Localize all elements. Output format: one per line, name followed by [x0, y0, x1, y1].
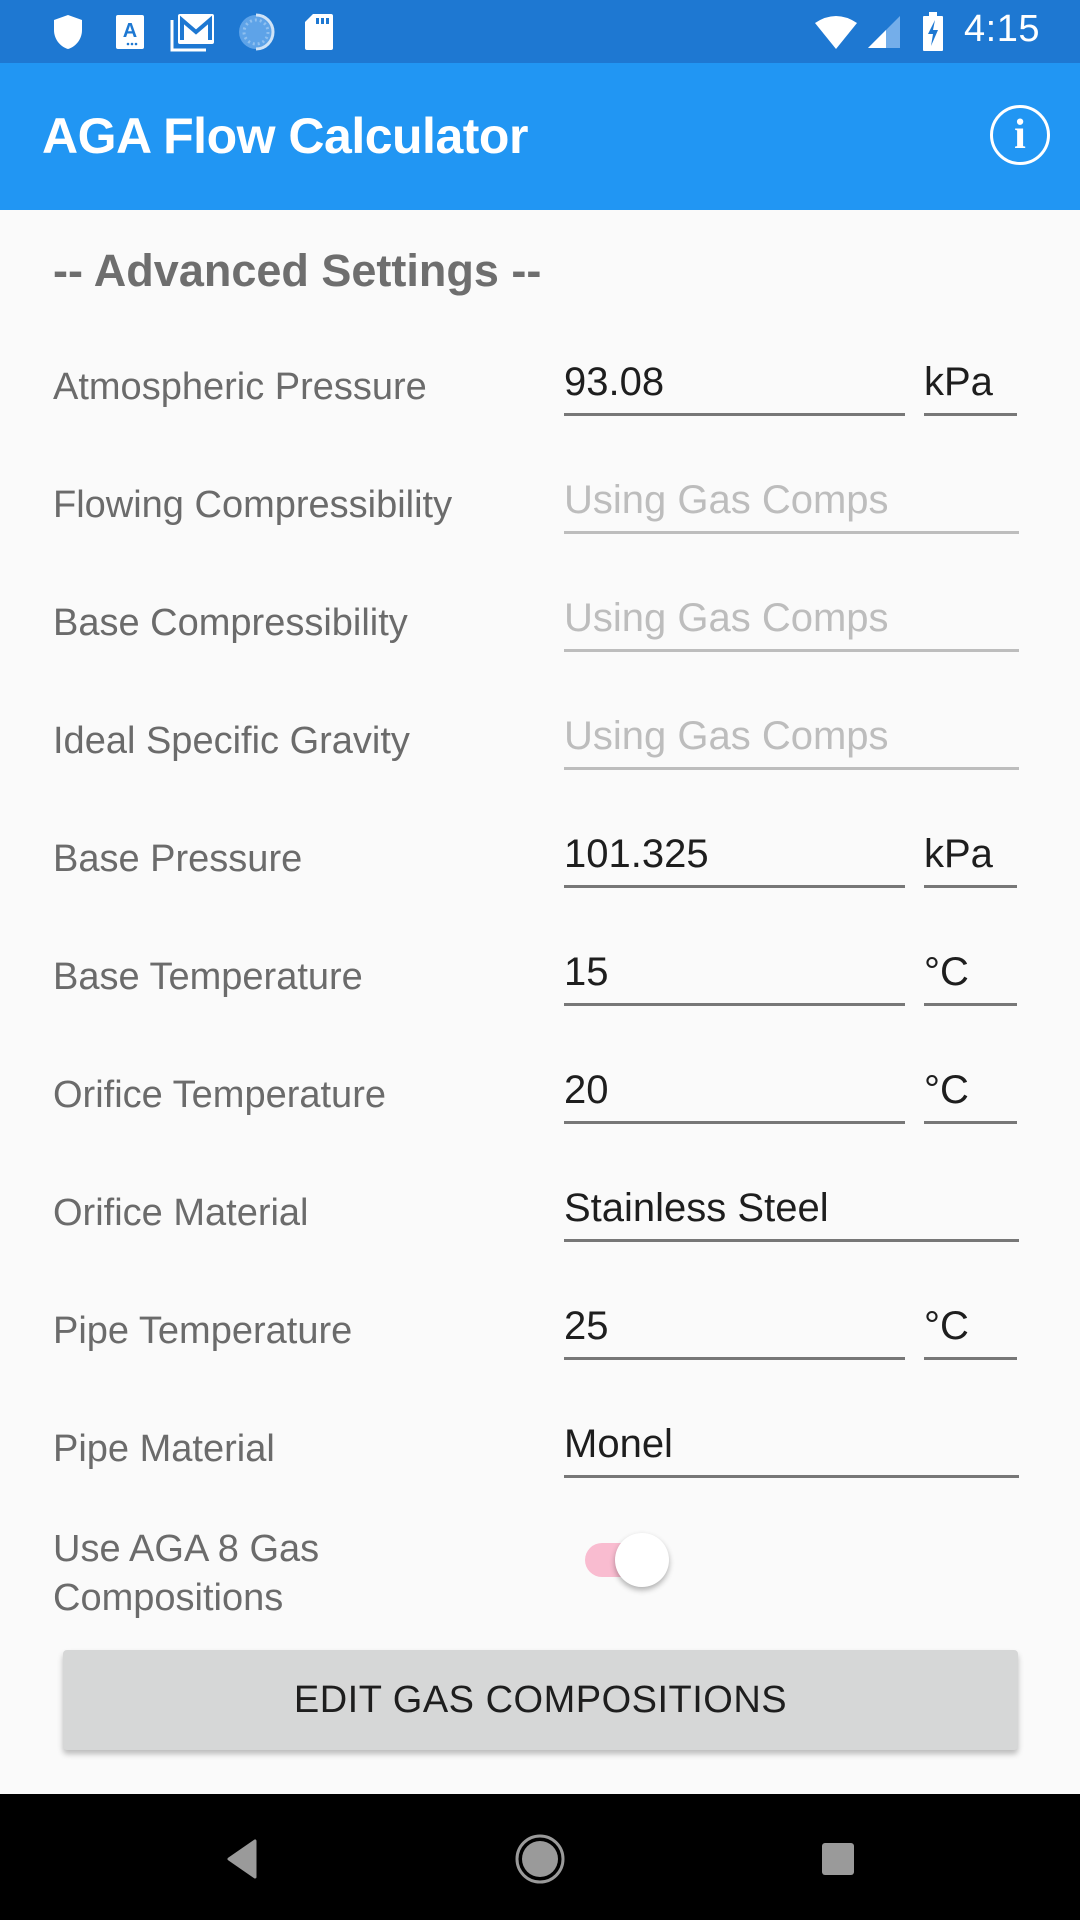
toggle-label-line1: Use AGA 8 Gas — [53, 1528, 320, 1570]
advanced-settings-panel: -- Advanced Settings -- Atmospheric Pres… — [0, 210, 1080, 1794]
sync-progress-icon — [236, 12, 276, 52]
row-label: Orifice Temperature — [53, 1074, 386, 1116]
info-icon: i — [1014, 112, 1026, 158]
base-temperature-unit[interactable]: °C — [924, 950, 1017, 1006]
shield-icon — [50, 12, 86, 52]
home-icon — [515, 1834, 565, 1884]
row-label: Flowing Compressibility — [53, 484, 453, 526]
svg-text:A: A — [123, 20, 137, 42]
row-label: Base Pressure — [53, 838, 303, 880]
status-time: 4:15 — [964, 8, 1040, 50]
base-pressure-unit[interactable]: kPa — [924, 832, 1017, 888]
atmospheric-pressure-unit[interactable]: kPa — [924, 360, 1017, 416]
ideal-specific-gravity-input[interactable]: Using Gas Comps — [564, 714, 1019, 770]
recents-button[interactable] — [803, 1824, 873, 1894]
pipe-material-select[interactable]: Monel — [564, 1422, 1019, 1478]
row-label: Base Compressibility — [53, 602, 408, 644]
base-compressibility-input[interactable]: Using Gas Comps — [564, 596, 1019, 652]
battery-charging-icon — [920, 12, 946, 52]
cell-signal-icon — [864, 12, 904, 52]
base-temperature-input[interactable]: 15 — [564, 950, 905, 1006]
row-base-pressure: Base Pressure 101.325 kPa — [0, 832, 1080, 950]
back-button[interactable] — [207, 1824, 277, 1894]
row-label: Pipe Temperature — [53, 1310, 353, 1352]
flowing-compressibility-input[interactable]: Using Gas Comps — [564, 478, 1019, 534]
row-label: Pipe Material — [53, 1428, 275, 1470]
home-button[interactable] — [505, 1824, 575, 1894]
gmail-icon — [170, 12, 216, 52]
toggle-thumb — [615, 1533, 669, 1587]
row-pipe-temperature: Pipe Temperature 25 °C — [0, 1304, 1080, 1422]
use-aga8-toggle[interactable] — [585, 1526, 671, 1587]
row-base-temperature: Base Temperature 15 °C — [0, 950, 1080, 1068]
status-bar: A 4:15 — [0, 0, 1080, 63]
sd-card-icon — [302, 12, 336, 52]
orifice-temperature-unit[interactable]: °C — [924, 1068, 1017, 1124]
edit-gas-compositions-button[interactable]: EDIT GAS COMPOSITIONS — [63, 1650, 1018, 1750]
row-label: Ideal Specific Gravity — [53, 720, 410, 762]
navigation-bar — [0, 1794, 1080, 1920]
row-ideal-specific-gravity: Ideal Specific Gravity Using Gas Comps — [0, 714, 1080, 832]
row-flowing-compressibility: Flowing Compressibility Using Gas Comps — [0, 478, 1080, 596]
row-orifice-temperature: Orifice Temperature 20 °C — [0, 1068, 1080, 1186]
recents-icon — [822, 1843, 854, 1875]
base-pressure-input[interactable]: 101.325 — [564, 832, 905, 888]
toggle-label-line2: Compositions — [53, 1577, 284, 1619]
row-use-aga8: Use AGA 8 Gas Compositions — [0, 1520, 1080, 1630]
row-label: Atmospheric Pressure — [53, 366, 427, 408]
row-atmospheric-pressure: Atmospheric Pressure 93.08 kPa — [0, 360, 1080, 478]
pipe-temperature-input[interactable]: 25 — [564, 1304, 905, 1360]
section-title: -- Advanced Settings -- — [53, 245, 542, 296]
row-label: Orifice Material — [53, 1192, 309, 1234]
atmospheric-pressure-input[interactable]: 93.08 — [564, 360, 905, 416]
back-icon — [227, 1839, 257, 1879]
orifice-material-select[interactable]: Stainless Steel — [564, 1186, 1019, 1242]
app-title: AGA Flow Calculator — [42, 108, 528, 164]
row-orifice-material: Orifice Material Stainless Steel — [0, 1186, 1080, 1304]
row-base-compressibility: Base Compressibility Using Gas Comps — [0, 596, 1080, 714]
row-label: Base Temperature — [53, 956, 363, 998]
orifice-temperature-input[interactable]: 20 — [564, 1068, 905, 1124]
wifi-icon — [812, 12, 860, 52]
app-bar: AGA Flow Calculator i — [0, 63, 1080, 210]
info-button[interactable]: i — [990, 105, 1050, 165]
pipe-temperature-unit[interactable]: °C — [924, 1304, 1017, 1360]
keyboard-a-icon: A — [114, 12, 146, 52]
